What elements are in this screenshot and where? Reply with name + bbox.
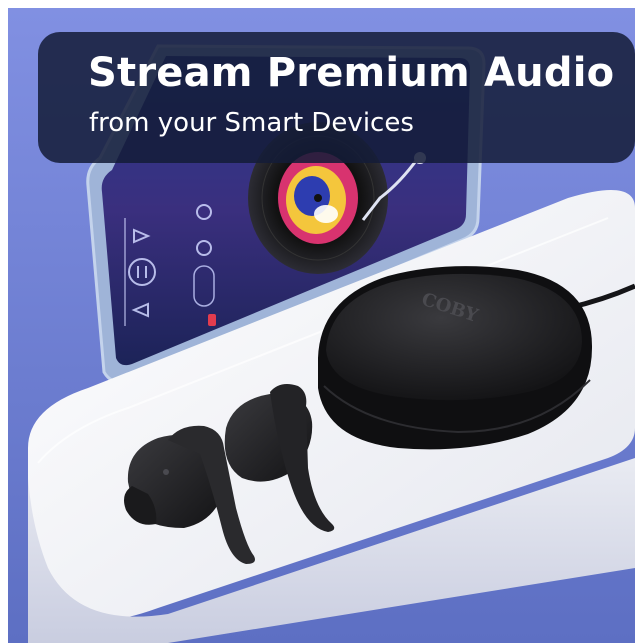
headline-title: Stream Premium Audio xyxy=(88,50,615,96)
headline-banner: Stream Premium Audio from your Smart Dev… xyxy=(38,32,635,163)
headline-subtitle: from your Smart Devices xyxy=(89,108,414,138)
charging-case: COBY xyxy=(318,266,593,450)
product-image: COBY Stream Premium Audio from your Smar… xyxy=(8,8,635,643)
